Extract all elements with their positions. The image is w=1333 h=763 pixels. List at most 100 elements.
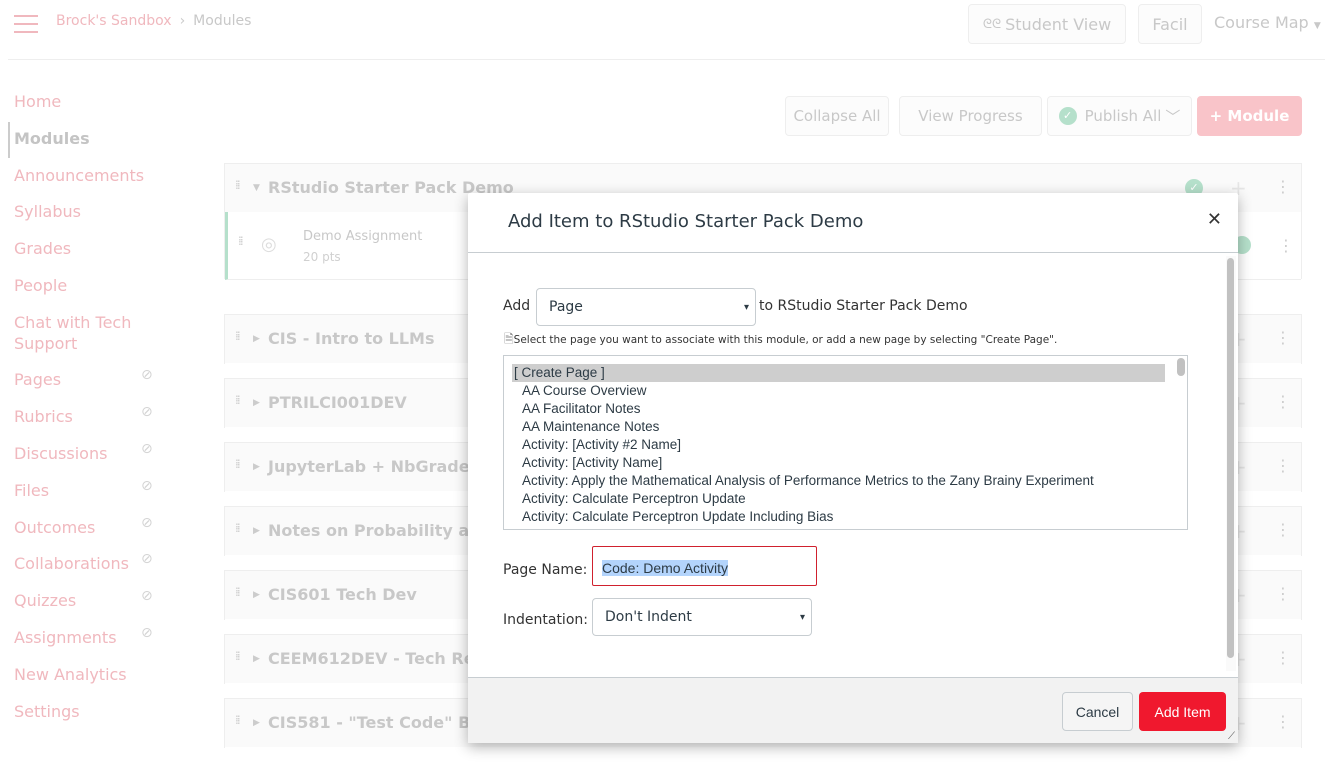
dialog-title: Add Item to RStudio Starter Pack Demo (508, 211, 864, 232)
eye-slash-icon: ⊘ (141, 515, 153, 531)
page-option[interactable]: Activity: Calculate Perceptron Update (512, 490, 1165, 508)
caret-right-icon[interactable]: ▶ (253, 654, 260, 664)
eye-slash-icon: ⊘ (141, 404, 153, 420)
sidebar-item-rubrics[interactable]: Rubrics (14, 406, 73, 427)
more-options-icon[interactable]: ⋮ (1275, 177, 1291, 196)
add-module-button[interactable]: + Module (1197, 96, 1302, 136)
publish-all-button[interactable]: ✓ Publish All ﹀ (1047, 96, 1192, 136)
more-options-icon[interactable]: ⋮ (1275, 328, 1291, 347)
chevron-right-icon: › (179, 13, 186, 29)
more-options-icon[interactable]: ⋮ (1275, 648, 1291, 667)
sidebar-item-announcements[interactable]: Announcements (14, 165, 144, 186)
module-title: PTRILCI001DEV (268, 393, 407, 412)
sidebar-item-new-analytics[interactable]: New Analytics (14, 664, 127, 685)
sidebar-item-home[interactable]: Home (14, 91, 61, 112)
sidebar-item-pages[interactable]: Pages (14, 369, 61, 390)
module-title: CEEM612DEV - Tech Rev (268, 649, 485, 668)
item-title[interactable]: Demo Assignment (303, 229, 422, 244)
sidebar-item-outcomes[interactable]: Outcomes (14, 517, 95, 538)
item-type-select[interactable]: Page ▾ (536, 288, 756, 326)
header-divider (8, 59, 1325, 60)
student-view-button[interactable]: ᘓᘓ Student View (968, 4, 1126, 44)
more-options-icon[interactable]: ⋮ (1275, 584, 1291, 603)
cancel-button[interactable]: Cancel (1062, 692, 1133, 731)
page-option[interactable]: Activity: [Activity #2 Name] (512, 436, 1165, 454)
drag-handle-icon[interactable]: ⁞⁞ (235, 714, 245, 726)
breadcrumb: Brock's Sandbox › Modules (56, 13, 251, 29)
drag-handle-icon[interactable]: ⁞⁞ (235, 458, 245, 470)
page-option[interactable]: AA Facilitator Notes (512, 400, 1165, 418)
add-item-dialog: Add Item to RStudio Starter Pack Demo ✕ … (468, 193, 1238, 743)
sidebar-item-files[interactable]: Files (14, 480, 49, 501)
more-options-icon[interactable]: ⋮ (1278, 236, 1294, 255)
more-options-icon[interactable]: ⋮ (1275, 712, 1291, 731)
add-item-button[interactable]: Add Item (1139, 692, 1226, 731)
dialog-body: Add Page ▾ to RStudio Starter Pack Demo 🗎… (468, 254, 1238, 677)
eye-slash-icon: ⊘ (141, 588, 153, 604)
caret-right-icon[interactable]: ▶ (253, 334, 260, 344)
page-option[interactable]: AA Maintenance Notes (512, 418, 1165, 436)
drag-handle-icon[interactable]: ⁞⁞ (235, 650, 245, 662)
more-options-icon[interactable]: ⋮ (1275, 392, 1291, 411)
sidebar-item-chat-with-tech-support[interactable]: Chat with Tech Support (14, 312, 144, 354)
caret-right-icon[interactable]: ▶ (253, 718, 260, 728)
sidebar-item-settings[interactable]: Settings (14, 701, 80, 722)
listbox-scrollbar[interactable] (1177, 358, 1185, 376)
eye-slash-icon: ⊘ (141, 625, 153, 641)
chevron-down-icon: ﹀ (1165, 107, 1181, 126)
drag-handle-icon[interactable]: ⁞⁞ (238, 235, 248, 247)
eye-slash-icon: ⊘ (141, 367, 153, 383)
page-listbox[interactable]: [ Create Page ] AA Course Overview AA Faci… (503, 355, 1188, 530)
dialog-scrollbar[interactable] (1226, 256, 1236, 671)
glasses-icon: ᘓᘓ (982, 16, 1002, 32)
module-title: JupyterLab + NbGrader T (268, 457, 494, 476)
chevron-down-icon: ▾ (799, 611, 805, 623)
hint-text: 🗎Select the page you want to associate w… (504, 332, 1058, 346)
sidebar-item-discussions[interactable]: Discussions (14, 443, 107, 464)
caret-right-icon[interactable]: ▶ (253, 526, 260, 536)
more-options-icon[interactable]: ⋮ (1275, 520, 1291, 539)
sidebar-item-quizzes[interactable]: Quizzes (14, 590, 76, 611)
caret-right-icon[interactable]: ▶ (253, 590, 260, 600)
breadcrumb-course[interactable]: Brock's Sandbox (56, 13, 172, 29)
sidebar-item-collaborations[interactable]: Collaborations (14, 553, 129, 574)
caret-right-icon[interactable]: ▶ (253, 398, 260, 408)
breadcrumb-current: Modules (193, 13, 252, 29)
sidebar-item-modules[interactable]: Modules (14, 128, 90, 149)
to-module-label: to RStudio Starter Pack Demo (759, 298, 968, 314)
module-title: CIS601 Tech Dev (268, 585, 417, 604)
collapse-all-button[interactable]: Collapse All (785, 96, 889, 136)
drag-handle-icon[interactable]: ⁞⁞ (235, 586, 245, 598)
assignment-icon: ◎ (261, 234, 277, 255)
facil-button[interactable]: Facil (1138, 4, 1202, 44)
hamburger-menu-icon[interactable] (14, 15, 38, 33)
sidebar-item-grades[interactable]: Grades (14, 238, 71, 259)
active-indicator (8, 122, 10, 158)
eye-slash-icon: ⊘ (141, 478, 153, 494)
check-circle-icon: ✓ (1058, 107, 1077, 125)
chevron-down-icon: ▾ (743, 301, 749, 313)
drag-handle-icon[interactable]: ⁞⁞ (235, 522, 245, 534)
page-option[interactable]: Activity: Calculate Perceptron Update In… (512, 508, 1165, 526)
page-name-input[interactable]: Code: Demo Activity (592, 546, 817, 586)
sidebar-item-people[interactable]: People (14, 275, 67, 296)
drag-handle-icon[interactable]: ⁞⁞ (235, 394, 245, 406)
more-options-icon[interactable]: ⋮ (1275, 456, 1291, 475)
resize-handle-icon[interactable]: ⟋ (1228, 731, 1235, 742)
eye-slash-icon: ⊘ (141, 551, 153, 567)
sidebar-item-syllabus[interactable]: Syllabus (14, 201, 81, 222)
course-map-dropdown[interactable]: Course Map ▼ (1214, 13, 1321, 32)
caret-right-icon[interactable]: ▶ (253, 462, 260, 472)
page-option[interactable]: Activity: Apply the Mathematical Analysi… (512, 472, 1165, 490)
drag-handle-icon[interactable]: ⁞⁞ (235, 330, 245, 342)
close-icon[interactable]: ✕ (1207, 209, 1222, 230)
view-progress-button[interactable]: View Progress (899, 96, 1042, 136)
page-option[interactable]: AA Course Overview (512, 382, 1165, 400)
indentation-select[interactable]: Don't Indent ▾ (592, 598, 812, 636)
page-option[interactable]: Activity: [Activity Name] (512, 454, 1165, 472)
page-name-label: Page Name: (503, 562, 588, 578)
sidebar-item-assignments[interactable]: Assignments (14, 627, 117, 648)
caret-down-icon[interactable]: ▼ (253, 183, 260, 193)
page-option[interactable]: [ Create Page ] (512, 364, 1165, 382)
drag-handle-icon[interactable]: ⁞⁞ (235, 179, 245, 191)
